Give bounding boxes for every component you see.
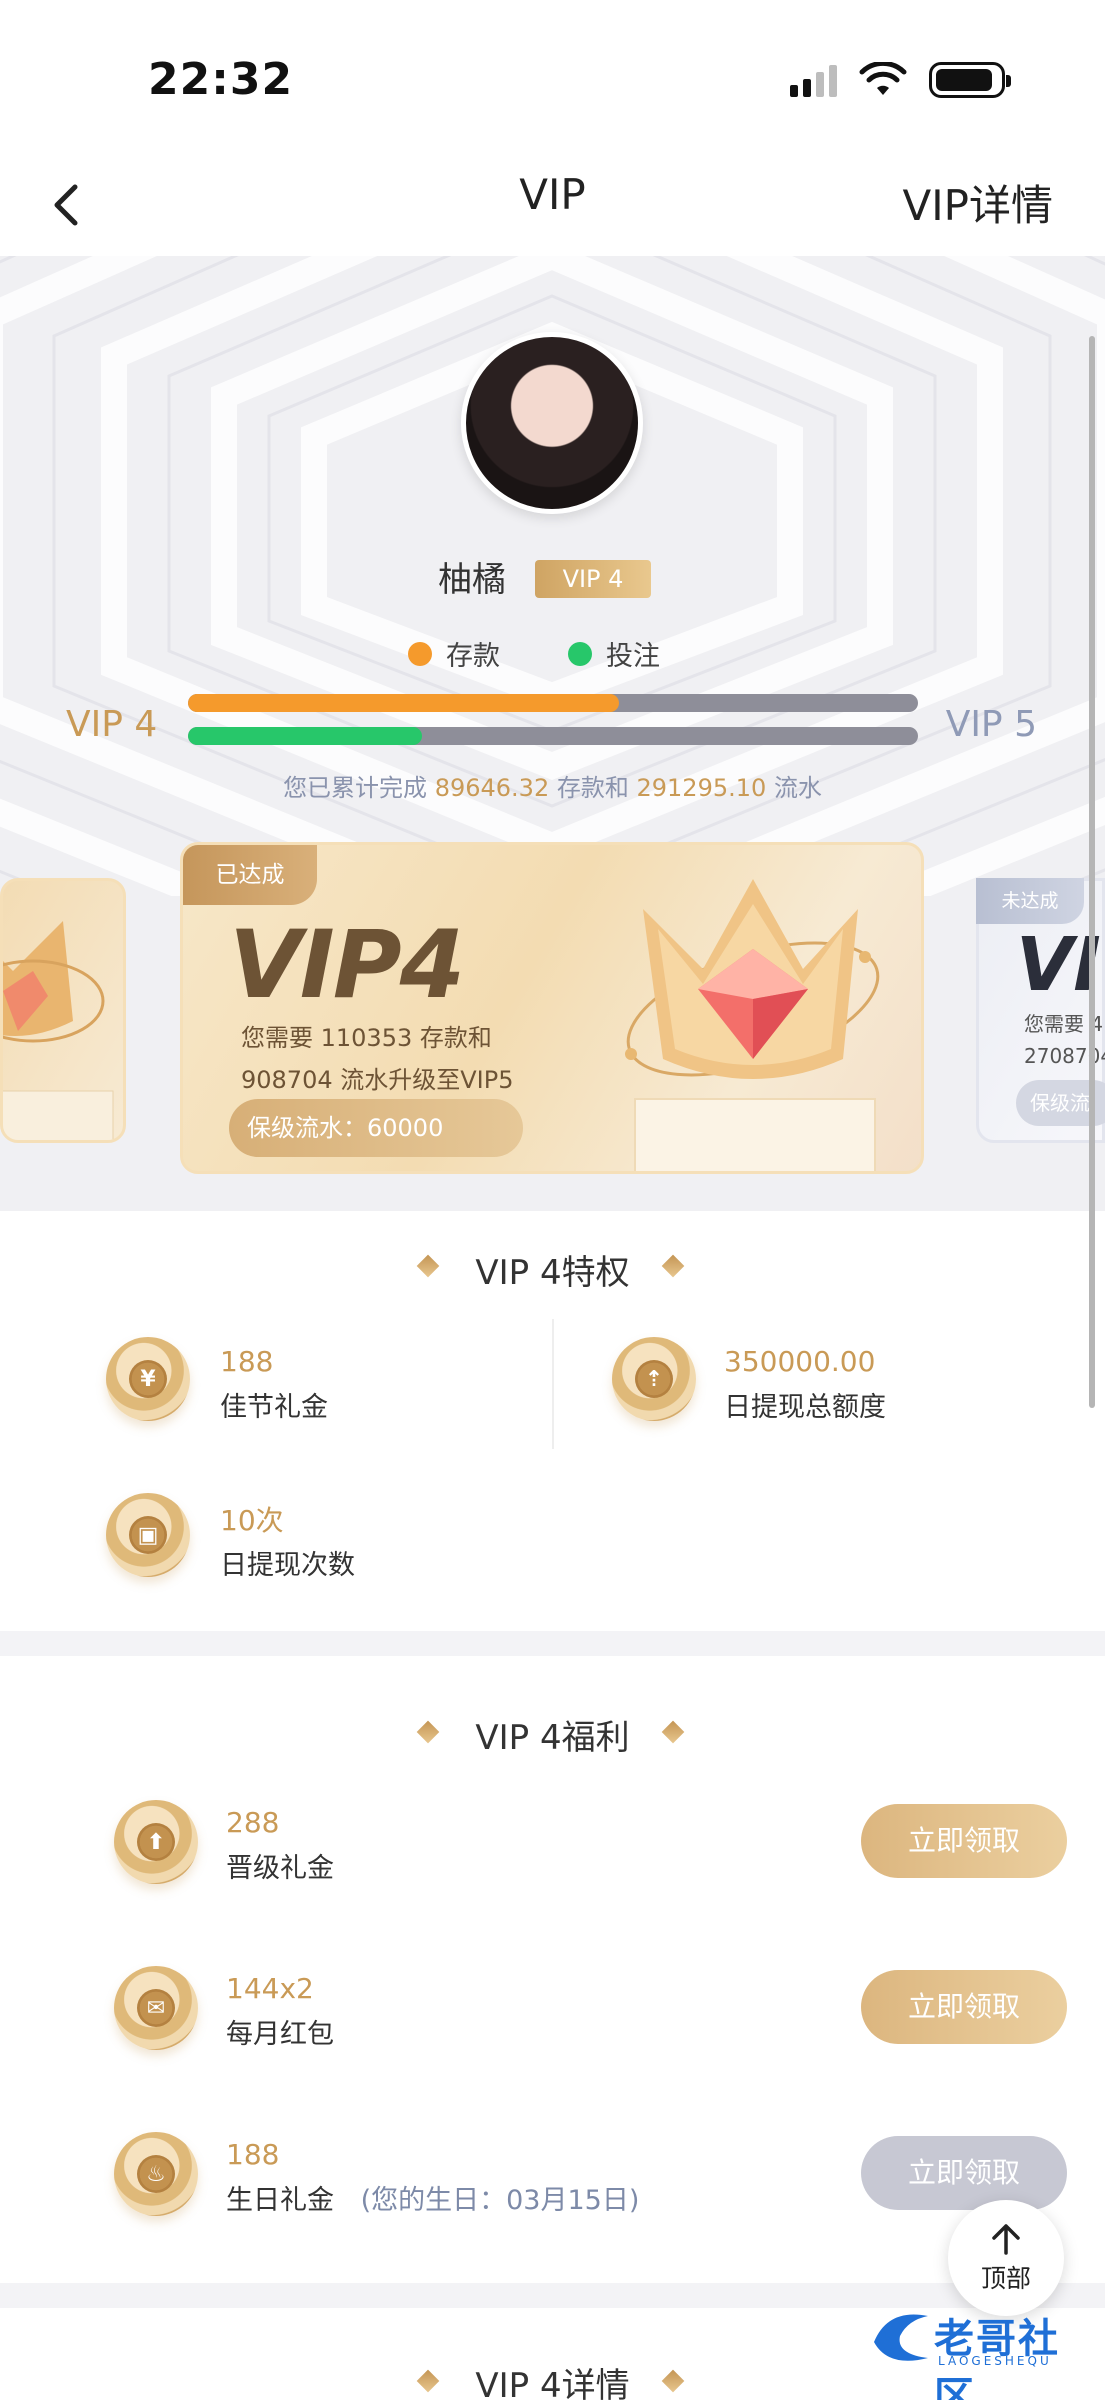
back-to-top-button[interactable]: 顶部 bbox=[948, 2200, 1064, 2316]
scrollbar[interactable] bbox=[1089, 336, 1095, 1408]
benefit-label: 生日礼金 (您的生日：03月15日) bbox=[226, 2178, 639, 2217]
watermark-logo: 老哥社区 LAOGESHEQU bbox=[868, 2302, 1098, 2400]
cellular-signal-icon bbox=[790, 63, 837, 97]
vip-level-badge: VIP 4 bbox=[535, 560, 651, 598]
deposit-dot bbox=[408, 641, 432, 666]
summary-deposit: 89646.32 bbox=[434, 774, 550, 802]
birthday-bonus-label: 生日礼金 bbox=[226, 2185, 334, 2216]
benefits-title: VIP 4福利 bbox=[475, 1718, 630, 1758]
vip-hero: 柚橘 VIP 4 存款 投注 VIP 4 VIP 5 您已累计完成 89646.… bbox=[0, 256, 1105, 1211]
red-envelope-icon: ✉ bbox=[114, 1966, 198, 2050]
crown-gem-icon bbox=[625, 879, 880, 1171]
deposit-progress-bar bbox=[188, 694, 918, 712]
progress-summary: 您已累计完成 89646.32 存款和 291295.10 流水 bbox=[0, 768, 1105, 803]
card-desc-line2: 908704 流水升级至VIP5 bbox=[241, 1066, 514, 1094]
benefit-value: 144x2 bbox=[226, 1972, 314, 2005]
achieved-tag: 已达成 bbox=[183, 845, 317, 905]
vip-page: 22:32 VIP VIP详情 柚橘 VIP 4 存款 投注 VIP 4 VIP… bbox=[0, 0, 1105, 2400]
legend-deposit-label: 存款 bbox=[446, 641, 500, 672]
crown-gem-icon bbox=[3, 921, 114, 1140]
privilege-value: 350000.00 bbox=[724, 1345, 876, 1378]
privilege-value: 10次 bbox=[220, 1504, 284, 1537]
vip-card-previous[interactable] bbox=[0, 878, 126, 1143]
vip-details-link[interactable]: VIP详情 bbox=[903, 172, 1053, 233]
status-time: 22:32 bbox=[148, 54, 294, 105]
legend-deposit: 存款 bbox=[408, 634, 500, 673]
legend-bet-label: 投注 bbox=[606, 641, 660, 672]
username: 柚橘 bbox=[438, 560, 506, 600]
back-to-top-label: 顶部 bbox=[980, 2264, 1031, 2293]
status-bar: 22:32 bbox=[0, 0, 1105, 150]
benefits-section: VIP 4福利 ⬆ 288 晋级礼金 立即领取 ✉ 144x2 每月红包 立即领… bbox=[0, 1656, 1105, 2283]
privileges-section: VIP 4特权 ¥ 188 佳节礼金 ⇡ 350000.00 日提现总额度 ▣ … bbox=[0, 1211, 1105, 1631]
privilege-label: 日提现总额度 bbox=[724, 1392, 886, 1423]
not-achieved-tag: 未达成 bbox=[976, 878, 1084, 924]
summary-prefix: 您已累计完成 bbox=[283, 774, 428, 802]
claim-birthday-bonus-button[interactable]: 立即领取 bbox=[861, 2136, 1067, 2210]
deposit-progress-fill bbox=[188, 694, 619, 712]
vip-card-current[interactable]: 已达成 VIP4 您需要 110353 存款和 908704 流水升级至VIP5… bbox=[180, 842, 924, 1174]
bet-dot bbox=[568, 641, 592, 666]
nav-bar: VIP VIP详情 bbox=[0, 150, 1105, 256]
watermark-subtext: LAOGESHEQU bbox=[938, 2354, 1052, 2368]
avatar[interactable] bbox=[461, 332, 643, 514]
gift-icon: ¥ bbox=[106, 1337, 190, 1421]
summary-suffix: 流水 bbox=[773, 774, 822, 802]
privilege-divider bbox=[552, 1319, 554, 1449]
privilege-label: 日提现次数 bbox=[220, 1550, 355, 1581]
summary-turnover: 291295.10 bbox=[636, 774, 767, 802]
birthday-cake-icon: ♨ bbox=[114, 2132, 198, 2216]
claim-upgrade-bonus-button[interactable]: 立即领取 bbox=[861, 1804, 1067, 1878]
legend-bet: 投注 bbox=[568, 634, 660, 673]
battery-icon bbox=[929, 62, 1011, 98]
upgrade-arrow-icon: ⬆ bbox=[114, 1800, 198, 1884]
watermark-text: 老哥社区 bbox=[934, 2316, 1060, 2400]
benefit-label: 每月红包 bbox=[226, 2019, 334, 2050]
arrow-up-icon bbox=[992, 2224, 1020, 2255]
card-vip-title: VIP4 bbox=[229, 911, 465, 1020]
privilege-value: 188 bbox=[220, 1345, 274, 1378]
privilege-label: 佳节礼金 bbox=[220, 1392, 328, 1423]
benefit-value: 288 bbox=[226, 1806, 280, 1839]
next-level-label: VIP 5 bbox=[945, 704, 1037, 745]
privileges-title: VIP 4特权 bbox=[475, 1253, 630, 1293]
wifi-icon bbox=[859, 62, 907, 95]
birthday-date-note: (您的生日：03月15日) bbox=[360, 2185, 640, 2216]
withdraw-limit-icon: ⇡ bbox=[612, 1337, 696, 1421]
benefit-label: 晋级礼金 bbox=[226, 1853, 334, 1884]
wallet-icon: ▣ bbox=[106, 1493, 190, 1577]
card-desc-line1: 您需要 110353 存款和 bbox=[241, 1024, 492, 1052]
status-icons bbox=[790, 62, 1011, 98]
claim-monthly-envelope-button[interactable]: 立即领取 bbox=[861, 1970, 1067, 2044]
bet-progress-bar bbox=[188, 727, 918, 745]
summary-mid: 存款和 bbox=[556, 774, 629, 802]
current-level-label: VIP 4 bbox=[66, 704, 158, 745]
benefit-value: 188 bbox=[226, 2138, 280, 2171]
vip-card-next[interactable]: 未达成 VI 您需要 4 2708704 保级流 bbox=[976, 878, 1105, 1143]
card-upgrade-description: 您需要 110353 存款和 908704 流水升级至VIP5 bbox=[241, 1017, 513, 1101]
bet-progress-fill bbox=[188, 727, 422, 745]
retention-turnover-pill: 保级流水：60000 bbox=[229, 1099, 523, 1157]
